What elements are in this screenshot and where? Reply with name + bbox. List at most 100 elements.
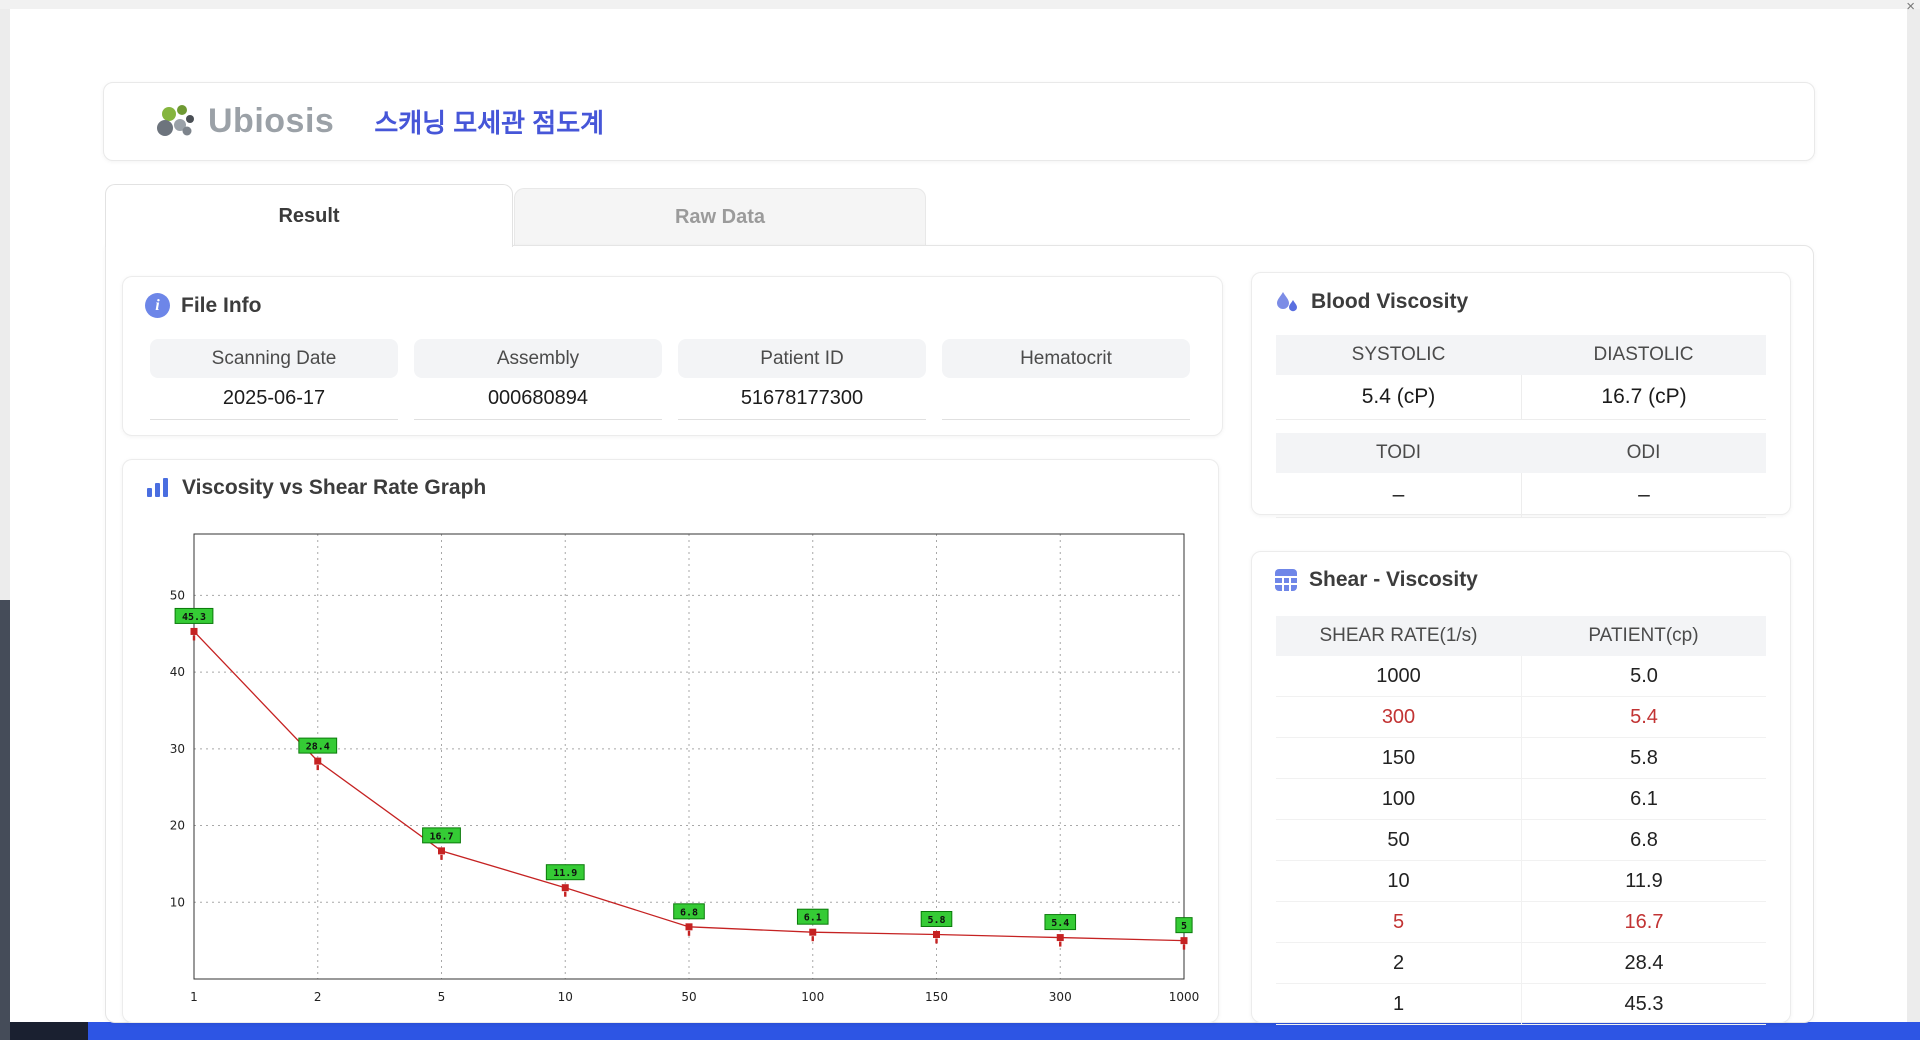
shear-rate-cell: 50 [1276,820,1521,861]
desktop-edge [0,600,10,1040]
field-value [942,378,1190,420]
blood-viscosity-title: Blood Viscosity [1252,273,1790,315]
shear-rate-column-header: SHEAR RATE(1/s) [1276,616,1521,656]
shear-rate-cell: 100 [1276,779,1521,820]
file-info-title: i File Info [123,277,1222,318]
svg-text:5: 5 [438,990,446,1004]
shear-rate-cell: 150 [1276,738,1521,779]
svg-text:20: 20 [170,819,185,833]
table-row: 50 6.8 [1276,820,1766,861]
todi-label: TODI [1276,433,1521,473]
table-row: 1000 5.0 [1276,656,1766,697]
patient-column-header: PATIENT(cp) [1521,616,1766,656]
file-info-card: i File Info Scanning Date 2025-06-17 Ass… [122,276,1223,436]
table-row: 100 6.1 [1276,779,1766,820]
svg-text:11.9: 11.9 [553,868,577,879]
patient-cell: 5.8 [1521,738,1766,779]
field-label: Patient ID [678,339,926,378]
tab-result[interactable]: Result [105,184,513,247]
svg-text:100: 100 [801,990,824,1004]
field-label: Hematocrit [942,339,1190,378]
patient-cell: 45.3 [1521,984,1766,1025]
viscosity-graph-card: Viscosity vs Shear Rate Graph 10 20 30 40 50… [122,459,1219,1023]
table-row: 10 11.9 [1276,861,1766,902]
tab-raw-data[interactable]: Raw Data [514,188,926,245]
odi-value: – [1521,473,1766,518]
file-info-fields: Scanning Date 2025-06-17 Assembly 000680… [150,339,1190,420]
blood-viscosity-table: SYSTOLIC DIASTOLIC 5.4 (cP) 16.7 (cP) TO… [1276,335,1766,518]
svg-text:10: 10 [558,990,573,1004]
logo-text: Ubiosis [208,102,335,140]
sv-header-row: SHEAR RATE(1/s) PATIENT(cp) [1276,616,1766,656]
svg-text:45.3: 45.3 [182,612,206,623]
shear-rate-cell: 1000 [1276,656,1521,697]
patient-cell: 6.1 [1521,779,1766,820]
bv-value-row-2: – – [1276,473,1766,518]
svg-text:30: 30 [170,742,185,756]
logo-dots-icon [157,104,194,136]
svg-text:28.4: 28.4 [306,742,330,753]
blood-viscosity-card: Blood Viscosity SYSTOLIC DIASTOLIC 5.4 (… [1251,272,1791,518]
patient-cell: 5.0 [1521,656,1766,697]
shear-viscosity-title-text: Shear - Viscosity [1309,568,1478,591]
svg-text:300: 300 [1049,990,1072,1004]
field-value: 000680894 [414,378,662,420]
table-row: 2 28.4 [1276,943,1766,984]
app-window: Ubiosis 스캐닝 모세관 점도계 Result Raw Data i Fi… [10,9,1907,1025]
svg-text:6.1: 6.1 [804,913,822,924]
bv-header-row: SYSTOLIC DIASTOLIC [1276,335,1766,375]
ubiosis-logo: Ubiosis [156,101,334,143]
svg-text:5.4: 5.4 [1051,918,1069,929]
svg-text:40: 40 [170,665,185,679]
field-assembly: Assembly 000680894 [414,339,662,420]
diastolic-label: DIASTOLIC [1521,335,1766,375]
shear-rate-cell: 1 [1276,984,1521,1025]
field-label: Assembly [414,339,662,378]
svg-text:50: 50 [170,588,185,602]
svg-text:1: 1 [190,990,198,1004]
droplets-icon [1277,292,1297,312]
info-icon: i [145,293,170,318]
field-label: Scanning Date [150,339,398,378]
patient-cell: 28.4 [1521,943,1766,984]
patient-cell: 11.9 [1521,861,1766,902]
bv-value-row: 5.4 (cP) 16.7 (cP) [1276,375,1766,420]
field-scanning-date: Scanning Date 2025-06-17 [150,339,398,420]
field-patient-id: Patient ID 51678177300 [678,339,926,420]
svg-text:6.8: 6.8 [680,907,698,918]
odi-label: ODI [1521,433,1766,473]
close-icon[interactable]: × [1906,0,1915,14]
table-row: 1 45.3 [1276,984,1766,1025]
svg-text:150: 150 [925,990,948,1004]
app-title: 스캐닝 모세관 점도계 [374,108,605,138]
shear-rate-cell: 10 [1276,861,1521,902]
table-row: 150 5.8 [1276,738,1766,779]
graph-title-text: Viscosity vs Shear Rate Graph [182,476,487,499]
screen: × Ubiosis 스캐닝 모세관 점도계 Result Raw Data i … [0,0,1920,1040]
svg-text:5.8: 5.8 [927,915,945,926]
top-strip [0,0,1920,9]
svg-text:10: 10 [170,895,185,909]
svg-text:50: 50 [681,990,696,1004]
table-grid-icon [1275,569,1297,591]
table-row: 300 5.4 [1276,697,1766,738]
shear-viscosity-table: SHEAR RATE(1/s) PATIENT(cp) 1000 5.0 300… [1276,616,1766,1025]
viscosity-shear-chart: 10 20 30 40 50 1 2 5 10 50 100 150 300 1000 45.3 28.4 16… [170,533,1199,1004]
taskbar-dark-segment [10,1022,88,1040]
table-row: 5 16.7 [1276,902,1766,943]
file-info-title-text: File Info [181,293,262,317]
systolic-label: SYSTOLIC [1276,335,1521,375]
shear-rate-cell: 300 [1276,697,1521,738]
shear-rate-cell: 5 [1276,902,1521,943]
diastolic-value: 16.7 (cP) [1521,375,1766,420]
patient-cell: 5.4 [1521,697,1766,738]
systolic-value: 5.4 (cP) [1276,375,1521,420]
svg-text:5: 5 [1181,921,1187,932]
field-value: 2025-06-17 [150,378,398,420]
field-hematocrit: Hematocrit [942,339,1190,420]
shear-viscosity-card: Shear - Viscosity SHEAR RATE(1/s) PATIEN… [1251,551,1791,1025]
svg-text:2: 2 [314,990,322,1004]
bar-chart-icon [147,478,168,497]
graph-title: Viscosity vs Shear Rate Graph [123,460,1218,500]
header-card: Ubiosis 스캐닝 모세관 점도계 [103,82,1815,161]
